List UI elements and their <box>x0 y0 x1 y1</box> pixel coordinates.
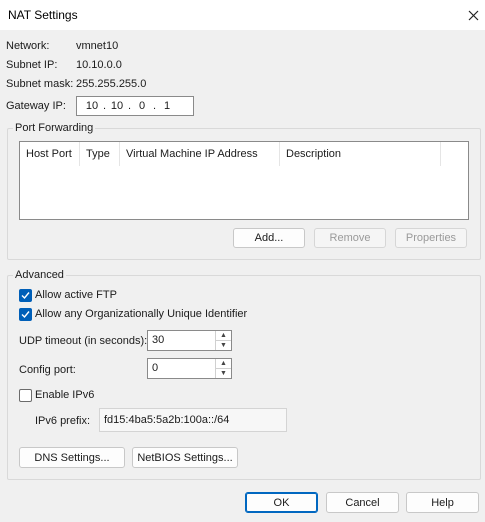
column-vm-ip-address[interactable]: Virtual Machine IP Address <box>120 142 280 166</box>
config-port-stepper[interactable]: 0 ▲ ▼ <box>147 358 232 379</box>
enable-ipv6-label[interactable]: Enable IPv6 <box>35 389 94 401</box>
column-type[interactable]: Type <box>80 142 120 166</box>
gateway-octet-2[interactable]: 10 <box>110 100 124 112</box>
port-forwarding-legend: Port Forwarding <box>13 122 96 134</box>
network-label: Network: <box>6 40 50 52</box>
config-port-value[interactable]: 0 <box>152 362 158 374</box>
close-button[interactable] <box>462 4 484 26</box>
ok-button[interactable]: OK <box>245 492 318 513</box>
spin-down-icon[interactable]: ▼ <box>216 369 231 379</box>
advanced-legend: Advanced <box>13 269 66 281</box>
ipv6-prefix-field: fd15:4ba5:5a2b:100a::/64 <box>99 408 287 432</box>
gateway-label: Gateway IP: <box>6 100 66 112</box>
help-button[interactable]: Help <box>406 492 479 513</box>
allow-oui-label[interactable]: Allow any Organizationally Unique Identi… <box>35 308 247 320</box>
close-icon <box>468 10 478 20</box>
port-forwarding-list[interactable]: Host Port Type Virtual Machine IP Addres… <box>19 141 469 220</box>
allow-active-ftp-checkbox[interactable] <box>19 289 32 302</box>
add-button[interactable]: Add... <box>233 228 305 248</box>
properties-button[interactable]: Properties <box>395 228 467 248</box>
ipv6-prefix-label: IPv6 prefix: <box>35 415 91 427</box>
subnet-mask-label: Subnet mask: <box>6 78 74 90</box>
subnet-ip-label: Subnet IP: <box>6 59 58 71</box>
window-title: NAT Settings <box>8 8 78 22</box>
column-description[interactable]: Description <box>280 142 441 166</box>
allow-oui-checkbox[interactable] <box>19 308 32 321</box>
gateway-ip-field[interactable]: 10 . 10 . 0 . 1 <box>76 96 194 116</box>
udp-timeout-value[interactable]: 30 <box>152 334 164 346</box>
spin-down-icon[interactable]: ▼ <box>216 341 231 351</box>
checkmark-icon <box>21 292 30 300</box>
config-port-label: Config port: <box>19 364 76 376</box>
cancel-button[interactable]: Cancel <box>326 492 399 513</box>
subnet-mask-value: 255.255.255.0 <box>76 78 147 90</box>
subnet-ip-value: 10.10.0.0 <box>76 59 122 71</box>
gateway-octet-1[interactable]: 10 <box>85 100 99 112</box>
udp-timeout-stepper[interactable]: 30 ▲ ▼ <box>147 330 232 351</box>
netbios-settings-button[interactable]: NetBIOS Settings... <box>132 447 238 468</box>
checkmark-icon <box>21 311 30 319</box>
spin-up-icon[interactable]: ▲ <box>216 359 231 369</box>
network-value: vmnet10 <box>76 40 119 52</box>
udp-timeout-label: UDP timeout (in seconds): <box>19 335 148 347</box>
allow-active-ftp-label[interactable]: Allow active FTP <box>35 289 117 301</box>
column-host-port[interactable]: Host Port <box>20 142 80 166</box>
gateway-octet-3[interactable]: 0 <box>135 100 149 112</box>
remove-button[interactable]: Remove <box>314 228 386 248</box>
enable-ipv6-checkbox[interactable] <box>19 389 32 402</box>
spin-up-icon[interactable]: ▲ <box>216 331 231 341</box>
gateway-octet-4[interactable]: 1 <box>160 100 174 112</box>
dns-settings-button[interactable]: DNS Settings... <box>19 447 125 468</box>
